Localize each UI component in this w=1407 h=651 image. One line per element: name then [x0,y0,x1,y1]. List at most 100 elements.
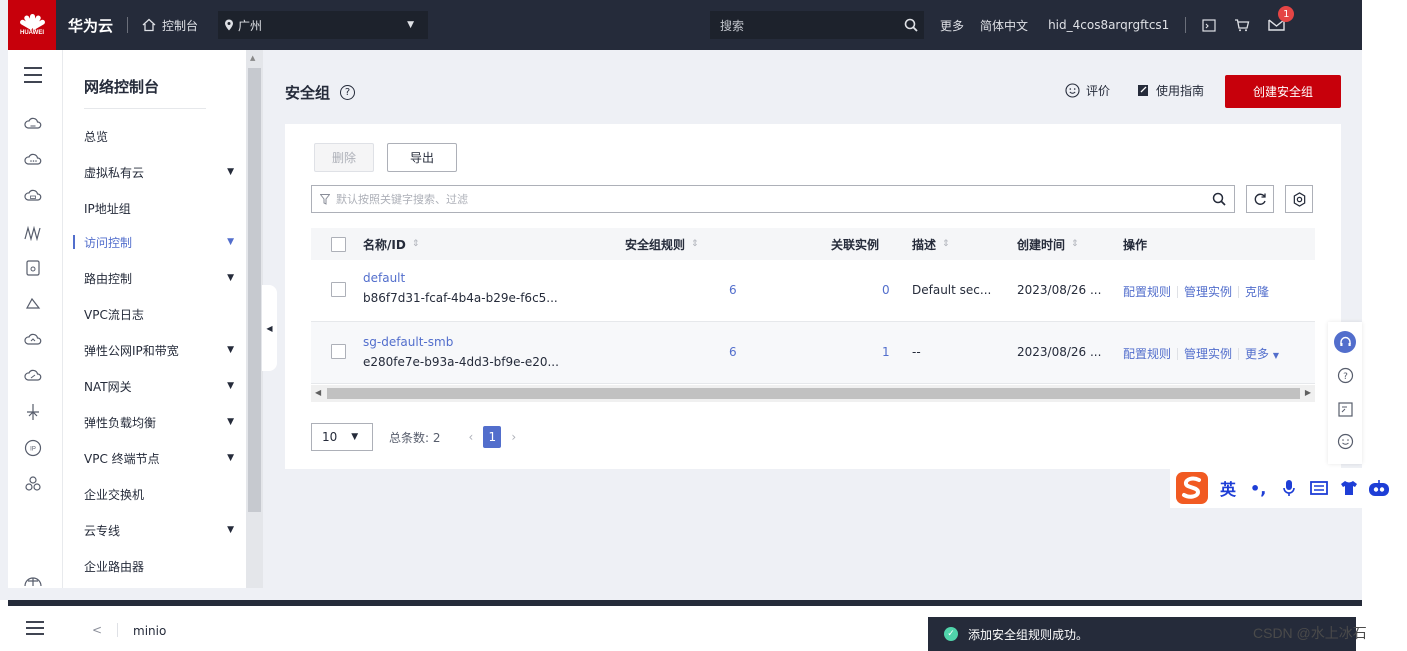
microphone-icon[interactable] [1282,479,1296,497]
delete-button[interactable]: 删除 [314,143,374,172]
sort-icon[interactable]: ⇕ [942,239,950,249]
help-icon[interactable]: ? [340,85,356,100]
cloud-outline-icon[interactable] [24,295,42,313]
scrollbar-thumb[interactable] [327,388,1300,399]
scrollbar-thumb[interactable] [248,68,261,512]
clone-link[interactable]: 克隆 [1245,283,1269,300]
column-header-created[interactable]: 创建时间 ⇕ [1017,236,1079,253]
created-time-cell: 2023/08/26 ... [1017,283,1102,297]
sidebar-item-esw[interactable]: 企业交换机 [84,484,234,504]
sidebar-item-eip[interactable]: 弹性公网IP和带宽 ▼ [84,340,234,360]
globe-icon[interactable] [24,574,42,586]
sort-icon[interactable]: ⇕ [1071,239,1079,249]
endpoint-icon[interactable] [24,403,42,421]
column-header-rules[interactable]: 安全组规则 ⇕ [625,236,699,253]
menu-icon[interactable] [25,620,45,636]
next-page-icon[interactable]: › [511,430,516,444]
console-link[interactable]: 控制台 [142,17,198,34]
collapse-sidebar-button[interactable]: ◀ [262,285,277,371]
sidebar-item-label: 虚拟私有云 [84,165,145,180]
sidebar-item-dc[interactable]: 云专线 ▼ [84,520,234,540]
horizontal-scrollbar[interactable]: ◀ ▶ [311,385,1315,402]
link-icon[interactable] [24,475,42,493]
manage-instances-link[interactable]: 管理实例 [1184,283,1232,300]
username-menu[interactable]: hid_4cos8arqrgftcs1 [1048,18,1169,32]
refresh-button[interactable] [1246,185,1274,213]
terminal-icon[interactable] [1202,18,1216,32]
feedback-link[interactable]: 评价 [1065,82,1110,99]
back-chevron-icon[interactable]: < [92,623,102,637]
export-button[interactable]: 导出 [387,143,457,172]
security-group-name-link[interactable]: default [363,271,405,285]
messages-button[interactable]: 1 [1268,6,1295,34]
global-search-input[interactable]: 搜索 [710,11,925,39]
sogou-logo-icon[interactable] [1170,468,1214,508]
search-icon[interactable] [904,18,918,32]
sidebar-item-flow-log[interactable]: VPC流日志 [84,304,234,324]
more-actions-dropdown[interactable]: 更多 ▼ [1245,345,1279,362]
configure-rules-link[interactable]: 配置规则 [1123,283,1171,300]
manage-instances-link[interactable]: 管理实例 [1184,345,1232,362]
ime-punctuation-toggle[interactable]: •, [1250,479,1266,498]
more-link[interactable]: 更多 [940,17,964,34]
column-header-name[interactable]: 名称/ID ⇕ [363,236,419,253]
cloud-network-icon[interactable] [24,187,42,205]
cloud-dots-icon[interactable] [24,151,42,169]
toolbox-icon[interactable] [1368,479,1390,497]
table-row: default b86f7d31-fcaf-4b4a-b29e-f6c5... … [311,260,1315,322]
instances-count-link[interactable]: 0 [882,283,890,297]
settings-button[interactable] [1285,185,1313,213]
select-all-checkbox[interactable] [331,236,346,252]
ime-language-toggle[interactable]: 英 [1220,476,1236,500]
scroll-right-arrow-icon[interactable]: ▶ [1305,388,1311,397]
sidebar-scrollbar[interactable]: ▲ [246,50,263,588]
sidebar-item-label: 路由控制 [84,271,133,286]
cart-icon[interactable] [1234,18,1250,32]
configure-rules-link[interactable]: 配置规则 [1123,345,1171,362]
instances-count-link[interactable]: 1 [882,345,890,359]
page-size-select[interactable]: 10 ▼ [311,423,373,451]
row-checkbox[interactable] [331,344,346,359]
sidebar-item-vpcep[interactable]: VPC 终端节点 ▼ [84,448,234,468]
sidebar-item-routing[interactable]: 路由控制 ▼ [84,268,234,288]
search-icon[interactable] [1212,192,1226,206]
sidebar-item-access-control[interactable]: 访问控制 ▼ [73,232,234,252]
route-icon[interactable] [24,223,42,241]
search-filter-input[interactable]: 默认按照关键字搜索、过滤 [311,185,1235,213]
scroll-up-arrow-icon[interactable]: ▲ [250,54,255,62]
sidebar-item-elb[interactable]: 弹性负载均衡 ▼ [84,412,234,432]
create-security-group-button[interactable]: 创建安全组 [1225,75,1341,108]
smiley-icon[interactable] [1337,433,1354,450]
user-guide-link[interactable]: 使用指南 [1137,82,1204,99]
sidebar-item-nat[interactable]: NAT网关 ▼ [84,376,234,396]
sort-icon[interactable]: ⇕ [691,239,699,249]
rules-count-link[interactable]: 6 [729,345,737,359]
scroll-left-arrow-icon[interactable]: ◀ [315,388,321,397]
region-selector[interactable]: 广州 ▼ [218,11,429,39]
sidebar-item-overview[interactable]: 总览 [84,126,234,146]
feedback-form-icon[interactable] [1337,401,1354,418]
brand-name[interactable]: 华为云 [68,15,113,36]
page-button-current[interactable]: 1 [483,426,502,448]
ip-icon[interactable]: IP [24,439,42,457]
sidebar-item-er[interactable]: 企业路由器 [84,556,234,576]
language-selector[interactable]: 简体中文 [980,17,1028,34]
cloud-icon[interactable] [24,115,42,133]
rules-count-link[interactable]: 6 [729,283,737,297]
keyboard-icon[interactable] [1310,481,1329,495]
cloud-ip-icon[interactable] [24,331,42,349]
customer-service-button[interactable] [1334,331,1356,353]
document-icon[interactable] [24,259,42,277]
menu-icon[interactable] [23,66,43,84]
sidebar-item-ip-group[interactable]: IP地址组 [84,198,234,218]
prev-page-icon[interactable]: ‹ [469,430,474,444]
security-group-name-link[interactable]: sg-default-smb [363,335,453,349]
sort-icon[interactable]: ⇕ [412,239,420,249]
row-checkbox[interactable] [331,282,346,297]
sidebar-item-vpc[interactable]: 虚拟私有云 ▼ [84,162,234,182]
huawei-logo[interactable]: HUAWEI [8,0,56,50]
cloud-lb-icon[interactable] [24,367,42,385]
skin-icon[interactable] [1340,480,1358,496]
column-header-description[interactable]: 描述 ⇕ [912,236,950,253]
question-icon[interactable]: ? [1337,367,1354,384]
